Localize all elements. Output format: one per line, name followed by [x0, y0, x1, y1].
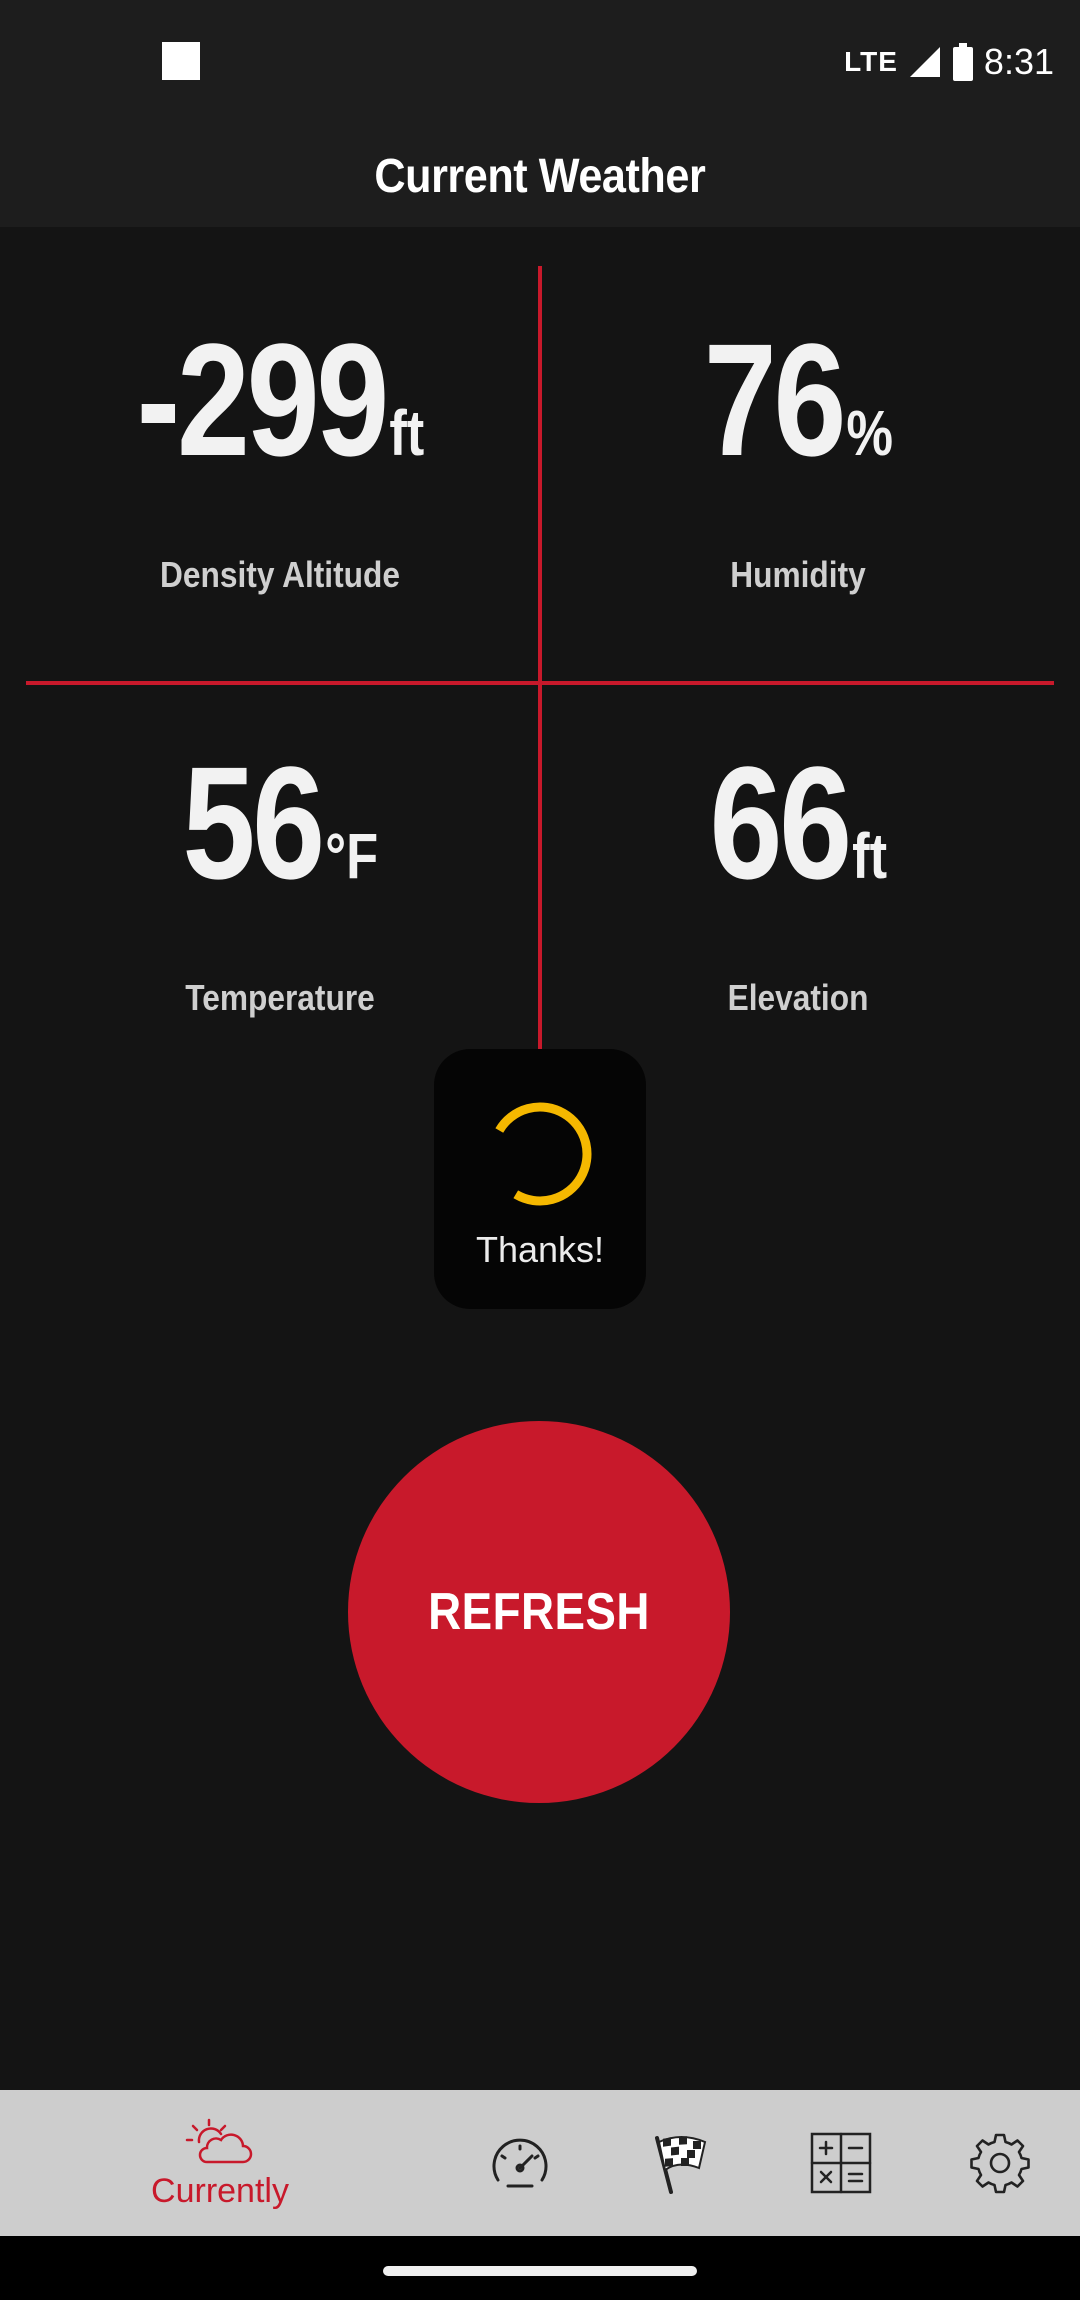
temperature-label: Temperature	[185, 977, 375, 1018]
status-time: 8:31	[983, 41, 1054, 82]
nav-item-currently[interactable]: Currently	[120, 2090, 320, 2236]
status-bar: LTE 8:31	[0, 0, 1080, 125]
weather-icon	[185, 2118, 253, 2163]
temperature-value: 56	[182, 733, 325, 912]
loading-spinner-icon	[488, 1102, 592, 1206]
metric-value: -299 ft	[136, 320, 424, 480]
metric-density-altitude: -299 ft Density Altitude	[22, 320, 538, 596]
calculator-icon	[810, 2132, 872, 2194]
temperature-unit: °F	[324, 820, 378, 892]
status-indicators: LTE 8:31	[844, 34, 1054, 90]
loading-toast: Thanks!	[434, 1049, 646, 1309]
nav-item-race[interactable]	[630, 2090, 730, 2236]
metric-value: 66 ft	[709, 743, 887, 903]
density-altitude-label: Density Altitude	[160, 554, 400, 595]
nav-item-calculator[interactable]	[791, 2090, 891, 2236]
nav-item-performance[interactable]	[470, 2090, 570, 2236]
density-altitude-unit: ft	[388, 397, 424, 469]
toast-message: Thanks!	[475, 1229, 605, 1270]
metric-humidity: 76 % Humidity	[540, 320, 1056, 596]
notification-square-icon	[162, 42, 200, 80]
refresh-button[interactable]: REFRESH	[348, 1421, 730, 1803]
nav-item-settings[interactable]	[950, 2090, 1050, 2236]
page-title: Current Weather	[374, 149, 706, 203]
checkered-flag-icon	[655, 2136, 707, 2194]
elevation-label: Elevation	[727, 977, 869, 1018]
elevation-unit: ft	[851, 820, 887, 892]
humidity-label: Humidity	[730, 554, 866, 595]
speedometer-icon	[492, 2138, 548, 2188]
home-gesture-handle[interactable]	[383, 2266, 697, 2276]
app-bar: Current Weather	[0, 125, 1080, 227]
gear-icon	[970, 2133, 1030, 2194]
bottom-navigation: Currently	[0, 2090, 1080, 2236]
nav-label-currently: Currently	[151, 2171, 289, 2210]
humidity-unit: %	[845, 397, 893, 469]
elevation-value: 66	[709, 733, 852, 912]
metric-value: 76 %	[703, 320, 892, 480]
metric-value: 56 °F	[182, 743, 378, 903]
battery-icon	[952, 43, 973, 81]
network-type: LTE	[844, 46, 898, 77]
signal-icon	[909, 47, 940, 77]
metric-temperature: 56 °F Temperature	[22, 743, 538, 1019]
density-altitude-value: -299	[136, 310, 389, 489]
grid-divider-horizontal	[26, 681, 1054, 685]
metric-elevation: 66 ft Elevation	[540, 743, 1056, 1019]
humidity-value: 76	[703, 310, 846, 489]
refresh-button-label: REFRESH	[428, 1583, 650, 1641]
